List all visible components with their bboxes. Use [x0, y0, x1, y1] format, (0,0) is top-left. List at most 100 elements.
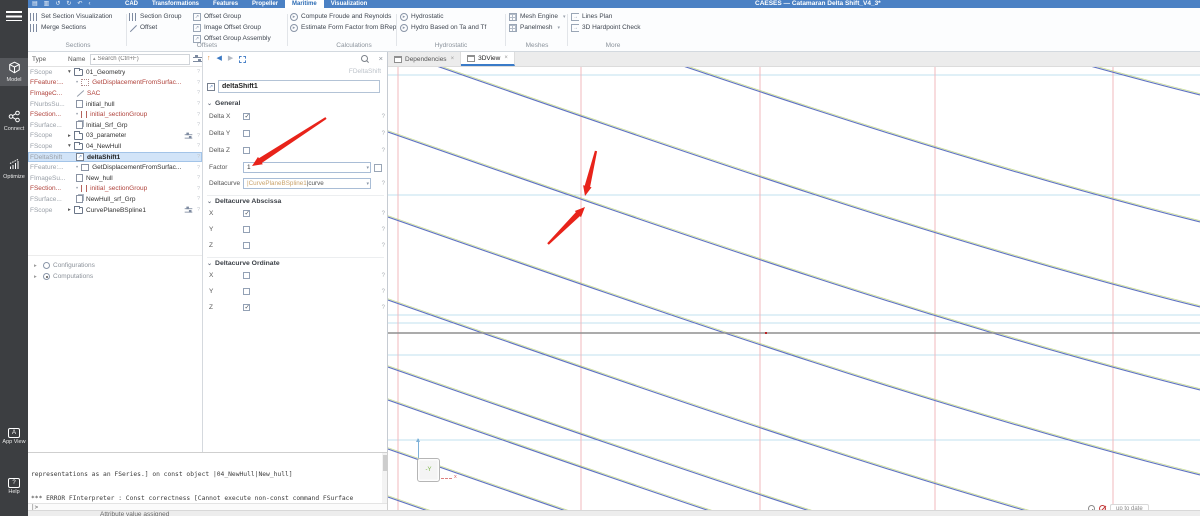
- tree-row-newhull-srf-grp[interactable]: FSurface... NewHull_srf_Grp?: [28, 194, 202, 205]
- close-icon[interactable]: ×: [504, 55, 508, 61]
- abscissa-y-checkbox[interactable]: [243, 226, 250, 233]
- export-icon[interactable]: ▥: [44, 0, 50, 8]
- rail-item-model[interactable]: Model: [0, 58, 28, 86]
- tree-row-initial-sectiongroup[interactable]: FSection...initial_sectionGroup?: [28, 109, 202, 120]
- tree-row-initial-sectiongroup-2[interactable]: FSection...initial_sectionGroup?: [28, 184, 202, 195]
- help-glyph[interactable]: ?: [382, 273, 385, 279]
- ordinate-y-checkbox[interactable]: [243, 288, 250, 295]
- tree-row-curveplanebspline1[interactable]: FScopeCurvePlaneBSpline1?: [28, 205, 202, 216]
- search-icon[interactable]: [360, 55, 369, 63]
- ordinate-x-checkbox[interactable]: [243, 272, 250, 279]
- console-scrollbar[interactable]: [382, 453, 387, 503]
- radio-selected-icon[interactable]: [43, 273, 50, 280]
- sliders-icon[interactable]: [184, 132, 193, 140]
- back-icon[interactable]: ‹: [88, 0, 90, 8]
- delta-x-checkbox[interactable]: [243, 113, 250, 121]
- offset-group-button[interactable]: Offset Group: [193, 11, 271, 22]
- estimate-form-factor-button[interactable]: Estimate Form Factor from BRep: [290, 22, 418, 33]
- help-glyph[interactable]: ?: [382, 211, 385, 217]
- deltacurve-input[interactable]: |CurvePlaneBSpline1 |curve ▾: [243, 178, 371, 189]
- hydro-ta-tf-button[interactable]: Hydro Based on Ta and Tf: [400, 22, 502, 33]
- tab-3dview[interactable]: 3DView ×: [461, 52, 515, 66]
- tree-row-getdisplacement-2[interactable]: FFeature:...GetDisplacementFromSurfac...…: [28, 162, 202, 173]
- search-input[interactable]: [97, 56, 178, 62]
- tree-row-04-newhull[interactable]: FScope04_NewHull?: [28, 141, 202, 152]
- mesh-engine-button[interactable]: Mesh Engine ▾: [509, 11, 565, 22]
- undo-icon[interactable]: ↺: [55, 0, 60, 8]
- column-type[interactable]: Type: [32, 56, 68, 63]
- compute-froude-reynolds-button[interactable]: Compute Froude and Reynolds: [290, 11, 418, 22]
- chevron-down-icon[interactable]: ▾: [366, 165, 369, 171]
- hardpoint-check-button[interactable]: 3D Hardpoint Check: [571, 22, 655, 33]
- configurations-item[interactable]: Configurations: [28, 260, 202, 271]
- image-offset-group-button[interactable]: Image Offset Group: [193, 22, 271, 33]
- tab-visualization[interactable]: Visualization: [324, 0, 375, 8]
- scrollbar-thumb[interactable]: [382, 455, 387, 471]
- delta-y-checkbox[interactable]: [243, 130, 250, 137]
- help-glyph[interactable]: ?: [382, 114, 385, 120]
- section-group-button[interactable]: Section Group: [129, 11, 187, 22]
- expand-icon[interactable]: [239, 55, 247, 63]
- hydrostatic-button[interactable]: Hydrostatic: [400, 11, 502, 22]
- section-general[interactable]: ⌄ General: [207, 98, 384, 107]
- factor-input[interactable]: [244, 164, 356, 171]
- set-section-visualization-button[interactable]: Set Section Visualization: [30, 11, 126, 22]
- abscissa-z-checkbox[interactable]: [243, 242, 250, 249]
- tab-maritime[interactable]: Maritime: [285, 0, 324, 8]
- tab-dependencies[interactable]: Dependencies ×: [388, 52, 462, 66]
- help-glyph[interactable]: ?: [382, 148, 385, 154]
- expander-icon[interactable]: [34, 263, 40, 269]
- radio-icon[interactable]: [43, 262, 50, 269]
- expander-icon[interactable]: [34, 274, 40, 280]
- save-icon[interactable]: ▤: [32, 0, 38, 8]
- help-glyph[interactable]: ?: [382, 227, 385, 233]
- orientation-cube[interactable]: -Y: [417, 458, 440, 482]
- back-icon[interactable]: ◀: [217, 54, 222, 64]
- column-name[interactable]: Name: [68, 56, 90, 63]
- filter-icon[interactable]: [193, 55, 202, 63]
- tree-row-03-parameter[interactable]: FScope03_parameter?: [28, 131, 202, 142]
- chevron-down-icon[interactable]: ▾: [366, 181, 369, 187]
- rail-item-optimize[interactable]: Optimize: [0, 158, 28, 180]
- help-glyph[interactable]: ?: [382, 181, 385, 187]
- tab-features[interactable]: Features: [206, 0, 245, 8]
- section-deltacurve-ordinate[interactable]: ⌄ Deltacurve Ordinate: [207, 257, 384, 267]
- quick-access-toolbar[interactable]: ▤ ▥ ↺ ↻ ↶ ‹: [32, 0, 90, 8]
- offset-button[interactable]: Offset: [129, 22, 187, 33]
- panelmesh-button[interactable]: Panelmesh ▾: [509, 22, 565, 33]
- go-up-icon[interactable]: ↑: [207, 54, 211, 64]
- search-box[interactable]: ▴: [90, 53, 190, 65]
- help-glyph[interactable]: ?: [382, 289, 385, 295]
- tree-row-deltashift1[interactable]: FDeltaShiftdeltaShift1?: [28, 151, 202, 163]
- ordinate-z-checkbox[interactable]: [243, 304, 250, 312]
- tree-row-initial-hull[interactable]: FNurbsSu... initial_hull?: [28, 99, 202, 110]
- help-glyph[interactable]: ?: [382, 305, 385, 311]
- tree-row-01-geometry[interactable]: FScope01_Geometry?: [28, 67, 202, 78]
- tab-propeller[interactable]: Propeller: [245, 0, 285, 8]
- redo-icon[interactable]: ↻: [66, 0, 71, 8]
- viewport-canvas[interactable]: -Y x up to date: [388, 67, 1200, 510]
- sort-asc-icon[interactable]: ▴: [93, 56, 96, 62]
- delta-z-checkbox[interactable]: [243, 147, 250, 154]
- tree-row-new-hull[interactable]: FImageSu... New_hull?: [28, 173, 202, 184]
- help-glyph[interactable]: ?: [382, 243, 385, 249]
- refresh-icon[interactable]: ↶: [77, 0, 82, 8]
- tree-row-sac[interactable]: FImageC... SAC?: [28, 88, 202, 99]
- abscissa-x-checkbox[interactable]: [243, 210, 250, 218]
- rail-item-connect[interactable]: Connect: [0, 110, 28, 132]
- object-name-input[interactable]: [218, 80, 380, 93]
- close-icon[interactable]: ×: [379, 54, 383, 64]
- rail-item-help[interactable]: Help: [0, 478, 28, 495]
- menu-icon[interactable]: [6, 11, 22, 21]
- help-glyph[interactable]: ?: [382, 131, 385, 137]
- section-deltacurve-abscissa[interactable]: ⌄ Deltacurve Abscissa: [207, 195, 384, 205]
- lines-plan-button[interactable]: Lines Plan: [571, 11, 655, 22]
- sliders-icon[interactable]: [184, 206, 193, 214]
- merge-sections-button[interactable]: Merge Sections: [30, 22, 126, 33]
- tree-row-initial-srf-grp[interactable]: FSurface... Initial_Srf_Grp?: [28, 120, 202, 131]
- tab-cad[interactable]: CAD: [118, 0, 145, 8]
- tree-row-getdisplacement[interactable]: FFeature:...GetDisplacementFromSurfac...…: [28, 78, 202, 89]
- rail-item-app-view[interactable]: App View: [0, 428, 28, 445]
- factor-options-button[interactable]: [374, 163, 382, 172]
- forward-icon[interactable]: ▶: [228, 54, 233, 64]
